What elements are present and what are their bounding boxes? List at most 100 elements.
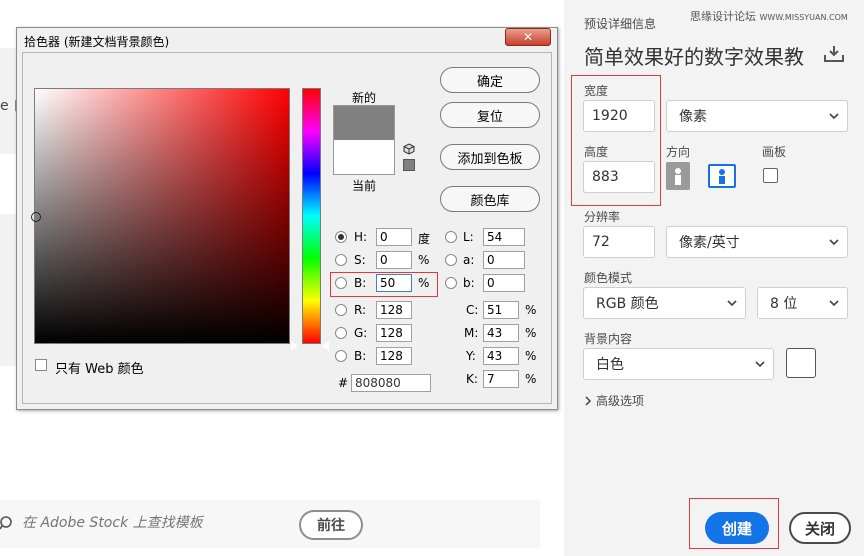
lab-a-radio[interactable] (445, 254, 457, 266)
hue-slider-handle-right[interactable] (322, 341, 329, 351)
chevron-down-icon (829, 300, 839, 307)
advanced-options-label: 高级选项 (596, 394, 645, 408)
cube-icon[interactable] (403, 143, 415, 155)
width-unit-value: 像素 (679, 109, 707, 125)
height-input[interactable]: 883 (583, 161, 655, 193)
portrait-icon (675, 168, 681, 185)
create-button[interactable]: 创建 (705, 512, 769, 544)
red-radio[interactable] (335, 304, 347, 316)
advanced-options-toggle[interactable]: 高级选项 (584, 392, 644, 409)
preset-details-label: 预设详细信息 (584, 17, 657, 31)
brightness-unit: % (418, 276, 430, 290)
saturation-input[interactable]: 0 (376, 251, 412, 269)
resolution-unit-select[interactable]: 像素/英寸 (666, 226, 848, 258)
width-input[interactable]: 1920 (583, 100, 655, 132)
green-input[interactable]: 128 (376, 324, 412, 342)
magenta-unit: % (525, 326, 537, 340)
hue-slider[interactable] (302, 88, 321, 344)
hue-input[interactable]: 0 (376, 228, 412, 246)
black-input[interactable]: 7 (483, 370, 519, 388)
saturation-radio[interactable] (335, 254, 347, 266)
landscape-orientation-button[interactable] (708, 164, 736, 188)
artboard-checkbox[interactable] (763, 168, 778, 183)
watermark: 思缘设计论坛 WWW.MISSYUAN.COM (690, 10, 848, 23)
save-preset-icon[interactable] (823, 45, 845, 63)
width-label: 宽度 (584, 84, 609, 98)
current-color-label: 当前 (352, 179, 377, 193)
lab-a-input[interactable]: 0 (483, 251, 525, 269)
hue-unit: 度 (418, 232, 431, 246)
chevron-down-icon (755, 361, 765, 368)
lab-l-label: L: (463, 230, 474, 244)
background-contents-label: 背景内容 (584, 332, 633, 346)
current-color-swatch[interactable] (333, 140, 395, 175)
bit-depth-select[interactable]: 8 位 (757, 287, 848, 319)
portrait-orientation-button[interactable] (666, 162, 690, 190)
magenta-label: M: (464, 326, 479, 340)
yellow-input[interactable]: 43 (483, 347, 519, 365)
color-field-marker[interactable] (31, 212, 41, 222)
magenta-input[interactable]: 43 (483, 324, 519, 342)
web-colors-only-checkbox[interactable] (35, 359, 47, 371)
red-input[interactable]: 128 (376, 301, 412, 319)
close-icon: ✕ (522, 30, 534, 44)
red-label: R: (354, 303, 367, 317)
chevron-down-icon (829, 113, 839, 120)
new-color-label: 新的 (352, 91, 377, 105)
background-contents-select[interactable]: 白色 (583, 348, 774, 380)
orientation-label: 方向 (666, 145, 691, 159)
lab-a-label: a: (463, 253, 475, 267)
web-safe-color-swatch[interactable] (403, 159, 415, 171)
black-label: K: (466, 372, 478, 386)
blue-input[interactable]: 128 (376, 347, 412, 365)
yellow-label: Y: (466, 349, 476, 363)
search-icon (0, 516, 12, 530)
brightness-input[interactable]: 50 (376, 274, 412, 292)
color-mode-value: RGB 颜色 (596, 296, 659, 312)
lab-l-input[interactable]: 54 (483, 228, 525, 246)
lab-l-radio[interactable] (445, 231, 457, 243)
landscape-icon (719, 169, 725, 184)
hue-label: H: (354, 230, 368, 244)
goto-button[interactable]: 前往 (299, 510, 363, 540)
add-to-swatches-button[interactable]: 添加到色板 (440, 144, 540, 170)
lab-b-input[interactable]: 0 (483, 274, 525, 292)
cyan-input[interactable]: 51 (483, 301, 519, 319)
resolution-input[interactable]: 72 (583, 226, 655, 258)
brightness-radio[interactable] (335, 277, 347, 289)
green-radio[interactable] (335, 327, 347, 339)
brightness-label: B: (354, 276, 367, 290)
background-color-swatch[interactable] (786, 348, 816, 378)
hex-input[interactable]: 808080 (351, 374, 431, 392)
dialog-close-button[interactable]: ✕ (505, 28, 551, 46)
black-unit: % (525, 372, 537, 386)
hue-slider-handle-left[interactable] (291, 341, 298, 351)
color-mode-select[interactable]: RGB 颜色 (583, 287, 746, 319)
cyan-unit: % (525, 303, 537, 317)
color-mode-label: 颜色模式 (584, 271, 633, 285)
blue-label: B: (354, 349, 367, 363)
web-colors-only-label: 只有 Web 颜色 (55, 362, 144, 377)
document-name[interactable]: 简单效果好的数字效果教 (584, 41, 804, 70)
blue-radio[interactable] (335, 350, 347, 362)
chevron-down-icon (727, 300, 737, 307)
dialog-title: 拾色器 (新建文档背景颜色) (24, 35, 170, 49)
reset-button[interactable]: 复位 (440, 102, 540, 128)
hue-radio[interactable] (335, 231, 347, 243)
color-libraries-button[interactable]: 颜色库 (440, 186, 540, 212)
resolution-label: 分辨率 (584, 210, 621, 224)
chevron-down-icon (829, 239, 839, 246)
ok-button[interactable]: 确定 (440, 67, 540, 93)
lab-b-label: b: (463, 276, 475, 290)
cyan-label: C: (466, 303, 479, 317)
saturation-brightness-field[interactable] (34, 88, 290, 344)
chevron-right-icon (585, 395, 592, 406)
resolution-unit-value: 像素/英寸 (679, 235, 740, 251)
stock-search-input[interactable] (22, 515, 272, 531)
close-button[interactable]: 关闭 (789, 512, 851, 544)
saturation-label: S: (354, 253, 366, 267)
new-color-swatch (333, 105, 395, 140)
lab-b-radio[interactable] (445, 277, 457, 289)
width-unit-select[interactable]: 像素 (666, 100, 848, 132)
green-label: G: (354, 326, 368, 340)
